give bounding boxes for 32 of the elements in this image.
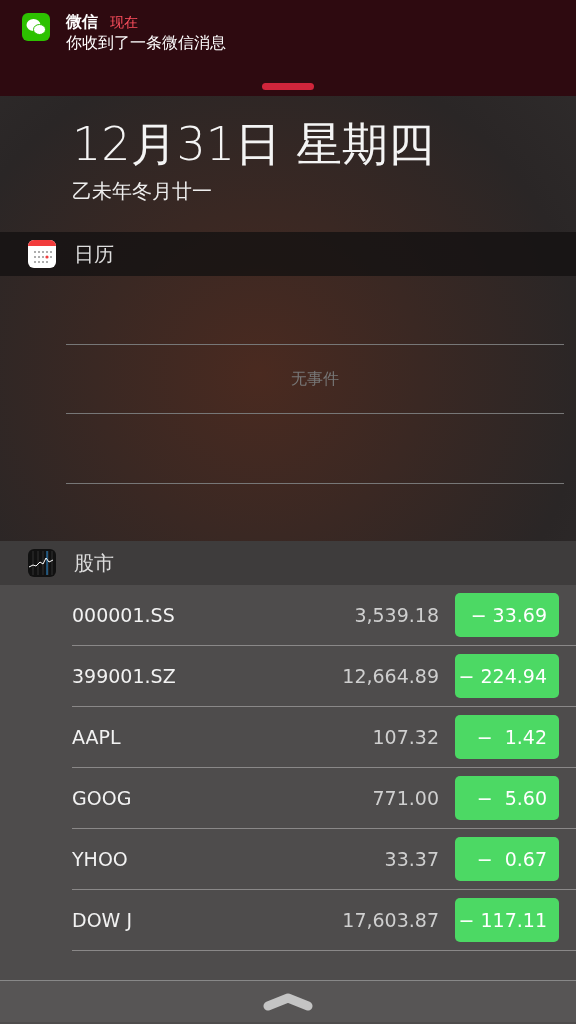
stock-price: 33.37 bbox=[384, 846, 439, 872]
drag-handle[interactable] bbox=[262, 83, 314, 90]
stock-price: 771.00 bbox=[372, 785, 439, 811]
calendar-title: 日历 bbox=[74, 241, 114, 268]
stock-symbol: AAPL bbox=[72, 724, 122, 750]
stock-price: 107.32 bbox=[372, 724, 439, 750]
calendar-icon bbox=[28, 240, 56, 268]
stock-row[interactable]: DOW J 17,603.87 − 117.11 bbox=[72, 890, 576, 951]
stock-symbol: GOOG bbox=[72, 785, 133, 811]
stock-row[interactable]: 000001.SS 3,539.18 − 33.69 bbox=[72, 585, 576, 646]
notification-message: 你收到了一条微信消息 bbox=[66, 32, 226, 54]
stock-chart-icon bbox=[28, 549, 56, 577]
no-events-text: 无事件 bbox=[291, 368, 339, 390]
stock-symbol: DOW J bbox=[72, 907, 133, 933]
stock-symbol: 399001.SZ bbox=[72, 663, 177, 689]
chevron-up-icon[interactable] bbox=[263, 992, 313, 1011]
stock-price: 17,603.87 bbox=[342, 907, 439, 933]
notification-time: 现在 bbox=[110, 13, 138, 32]
stock-price: 12,664.89 bbox=[342, 663, 439, 689]
chat-app-icon bbox=[22, 13, 50, 41]
stock-price: 3,539.18 bbox=[354, 602, 439, 628]
date-heading: 12月31日 星期四 bbox=[72, 116, 435, 173]
app-name: 微信 bbox=[66, 12, 98, 32]
stock-row[interactable]: AAPL 107.32 − 1.42 bbox=[72, 707, 576, 768]
stock-symbol: YHOO bbox=[72, 846, 129, 872]
stock-symbol: 000001.SS bbox=[72, 602, 176, 628]
lunar-date: 乙未年冬月廿一 bbox=[72, 178, 213, 205]
stock-row[interactable]: YHOO 33.37 − 0.67 bbox=[72, 829, 576, 890]
stocks-title: 股市 bbox=[74, 550, 114, 577]
stock-row[interactable]: 399001.SZ 12,664.89 − 224.94 bbox=[72, 646, 576, 707]
notification-banner[interactable]: 微信 现在 你收到了一条微信消息 bbox=[0, 0, 576, 96]
stock-row[interactable]: GOOG 771.00 − 5.60 bbox=[72, 768, 576, 829]
